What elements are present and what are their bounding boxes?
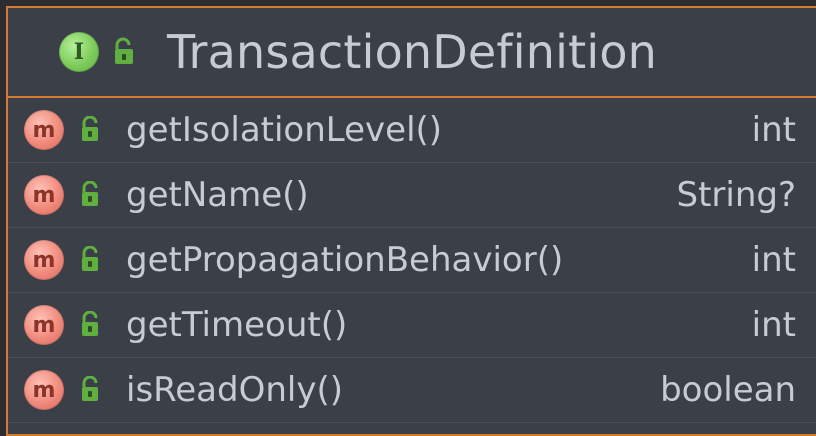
public-lock-icon xyxy=(82,181,98,206)
method-icon: m xyxy=(24,175,64,215)
public-lock-icon xyxy=(82,246,98,271)
public-lock-icon xyxy=(82,116,98,141)
public-lock-icon xyxy=(114,37,133,64)
method-name: isReadOnly() xyxy=(126,370,343,410)
method-row[interactable]: m getPropagationBehavior() int xyxy=(8,228,816,293)
method-icon: m xyxy=(24,305,64,345)
method-icon: m xyxy=(24,110,64,150)
method-row[interactable]: m isReadOnly() boolean xyxy=(8,358,816,423)
method-row[interactable]: m getTimeout() int xyxy=(8,293,816,358)
method-list: m getIsolationLevel() int m getName() St… xyxy=(8,98,816,423)
return-type: String? xyxy=(676,175,796,215)
uml-class-box[interactable]: I TransactionDefinition m getIsolationLe… xyxy=(6,6,816,436)
public-lock-icon xyxy=(82,376,98,401)
return-type: int xyxy=(751,110,796,150)
method-name: getIsolationLevel() xyxy=(126,110,443,150)
method-name: getName() xyxy=(126,175,309,215)
class-header-content: I TransactionDefinition xyxy=(58,25,658,79)
method-name: getPropagationBehavior() xyxy=(126,240,564,280)
return-type: boolean xyxy=(660,370,796,410)
method-name: getTimeout() xyxy=(126,305,348,345)
class-title: TransactionDefinition xyxy=(166,25,658,79)
method-row[interactable]: m getIsolationLevel() int xyxy=(8,98,816,163)
method-icon: m xyxy=(24,240,64,280)
public-lock-icon xyxy=(82,311,98,336)
interface-icon: I xyxy=(58,32,99,72)
method-row[interactable]: m getName() String? xyxy=(8,163,816,228)
method-icon: m xyxy=(24,370,64,410)
return-type: int xyxy=(751,305,796,345)
class-header[interactable]: I TransactionDefinition xyxy=(8,8,816,98)
return-type: int xyxy=(751,240,796,280)
